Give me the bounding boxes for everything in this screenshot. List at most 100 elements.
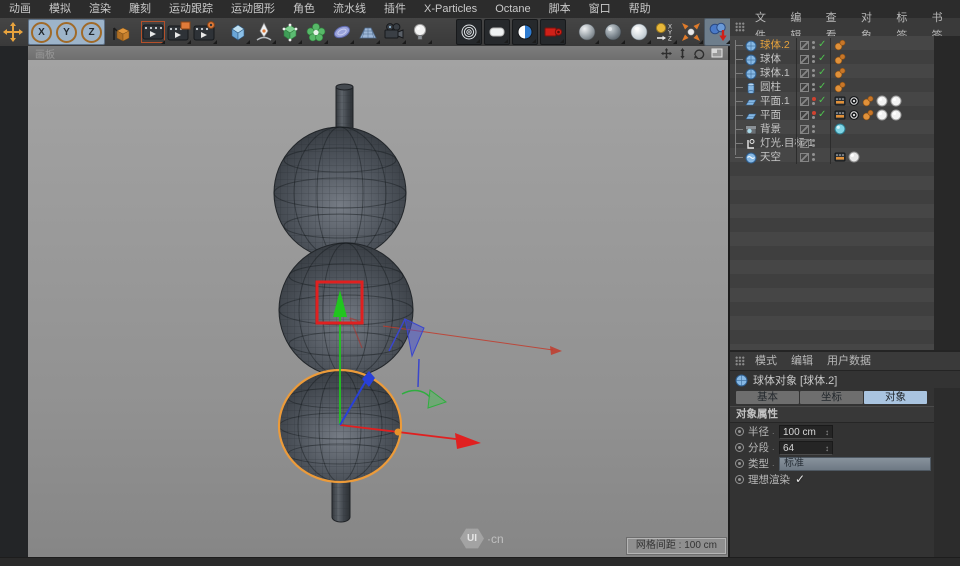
editor-visibility-dot-red[interactable] xyxy=(812,97,816,101)
menu-item[interactable]: 流水线 xyxy=(324,0,375,18)
enable-check-icon[interactable]: ✓ xyxy=(818,108,826,122)
object-name[interactable]: 圆柱 xyxy=(760,80,781,94)
layer-toggle-icon[interactable] xyxy=(800,111,809,120)
background-object-icon[interactable] xyxy=(484,19,510,45)
object-name[interactable]: 平面.1 xyxy=(760,94,790,108)
render-visibility-dot[interactable] xyxy=(812,74,815,77)
object-name[interactable]: 背景 xyxy=(760,122,781,136)
editor-visibility-dot[interactable] xyxy=(812,55,815,58)
material-sphere-glass-icon[interactable] xyxy=(626,19,652,45)
material-sphere-icon[interactable] xyxy=(574,19,600,45)
render-visibility-dot[interactable] xyxy=(812,116,815,119)
layer-toggle-icon[interactable] xyxy=(800,41,809,50)
coordinate-system-icon[interactable] xyxy=(107,19,133,45)
enable-check-icon[interactable]: ✓ xyxy=(818,66,826,80)
zoom-icon[interactable] xyxy=(678,48,687,59)
editor-visibility-dot[interactable] xyxy=(812,139,815,142)
phong-tag-icon[interactable] xyxy=(862,95,874,107)
tab-object[interactable]: 对象 xyxy=(864,391,927,404)
snap-icon[interactable] xyxy=(678,19,704,45)
menu-item[interactable]: X-Particles xyxy=(415,0,486,18)
menu-item[interactable]: 角色 xyxy=(284,0,324,18)
foreground-object-icon[interactable] xyxy=(512,19,538,45)
object-name[interactable]: 球体.2 xyxy=(760,38,790,52)
keyframe-circle-icon[interactable] xyxy=(735,443,744,452)
object-row[interactable]: 平面.1 ✓ xyxy=(730,94,934,108)
editor-visibility-dot-red[interactable] xyxy=(812,111,816,115)
render-picture-viewer-icon[interactable] xyxy=(166,19,192,45)
type-dropdown[interactable]: 标准 xyxy=(779,457,931,471)
object-row[interactable]: 球体 ✓ xyxy=(730,52,934,66)
target-tag-icon[interactable] xyxy=(848,95,860,107)
layer-toggle-icon[interactable] xyxy=(800,97,809,106)
object-name[interactable]: 球体 xyxy=(760,52,781,66)
menu-item[interactable]: 帮助 xyxy=(620,0,660,18)
viewport-panel-menu[interactable]: 画板 xyxy=(28,46,55,61)
layer-toggle-icon[interactable] xyxy=(800,69,809,78)
object-name[interactable]: 天空 xyxy=(760,150,781,164)
material-tag-cyan-icon[interactable] xyxy=(834,123,846,135)
ideal-render-checkbox[interactable]: ✓ xyxy=(795,472,805,486)
layer-toggle-icon[interactable] xyxy=(800,139,809,148)
texture-tag-icon[interactable] xyxy=(890,95,902,107)
compositing-tag-icon[interactable] xyxy=(834,109,846,121)
spinner-icon[interactable]: ↕ xyxy=(825,444,829,453)
interactive-render-region-icon[interactable] xyxy=(456,19,482,45)
editor-visibility-dot[interactable] xyxy=(812,83,815,86)
editor-visibility-dot[interactable] xyxy=(812,125,815,128)
radius-input[interactable]: 100 cm ↕ xyxy=(779,425,833,439)
light-icon[interactable] xyxy=(407,19,433,45)
render-view-icon[interactable] xyxy=(140,19,166,45)
tab-coordinates[interactable]: 坐标 xyxy=(800,391,863,404)
stage-camera-icon[interactable] xyxy=(540,19,566,45)
object-row[interactable]: 平面 ✓ xyxy=(730,108,934,122)
selected-tool-icon[interactable] xyxy=(704,18,732,46)
subdivision-surface-icon[interactable] xyxy=(277,19,303,45)
move-axes-icon[interactable] xyxy=(0,19,26,45)
spinner-icon[interactable]: ↕ xyxy=(825,428,829,437)
material-sphere-dark-icon[interactable] xyxy=(600,19,626,45)
spline-bean-icon[interactable] xyxy=(329,19,355,45)
material-tag-white-icon[interactable] xyxy=(848,151,860,163)
panel-grip-icon[interactable] xyxy=(735,22,745,32)
menu-item[interactable]: 插件 xyxy=(375,0,415,18)
texture-tag-icon[interactable] xyxy=(876,109,888,121)
render-settings-icon[interactable] xyxy=(192,19,218,45)
render-visibility-dot[interactable] xyxy=(812,60,815,63)
menu-item[interactable]: 雕刻 xyxy=(120,0,160,18)
layer-toggle-icon[interactable] xyxy=(800,55,809,64)
phong-tag-icon[interactable] xyxy=(834,67,846,79)
editor-visibility-dot[interactable] xyxy=(812,153,815,156)
camera-icon[interactable] xyxy=(381,19,407,45)
render-visibility-dot[interactable] xyxy=(812,144,815,147)
panel-grip-icon[interactable] xyxy=(735,356,745,366)
render-visibility-dot[interactable] xyxy=(812,158,815,161)
phong-tag-icon[interactable] xyxy=(862,109,874,121)
keyframe-circle-icon[interactable] xyxy=(735,427,744,436)
lock-z-button[interactable]: Z xyxy=(79,20,104,44)
menu-item[interactable]: 动画 xyxy=(0,0,40,18)
object-row[interactable]: 球体.1 ✓ xyxy=(730,66,934,80)
enable-check-icon[interactable]: ✓ xyxy=(818,38,826,52)
segments-input[interactable]: 64 ↕ xyxy=(779,441,833,455)
menu-item[interactable]: 窗口 xyxy=(580,0,620,18)
object-row[interactable]: 背景 xyxy=(730,122,934,136)
editor-visibility-dot[interactable] xyxy=(812,69,815,72)
render-visibility-dot[interactable] xyxy=(812,130,815,133)
phong-tag-icon[interactable] xyxy=(834,39,846,51)
enable-check-icon[interactable]: ✓ xyxy=(818,80,826,94)
object-name[interactable]: 球体.1 xyxy=(760,66,790,80)
object-row[interactable]: 圆柱 ✓ xyxy=(730,80,934,94)
menu-item[interactable]: Octane xyxy=(486,0,539,18)
attr-menu-item[interactable]: 用户数据 xyxy=(820,352,878,370)
cube-primitive-icon[interactable] xyxy=(225,19,251,45)
object-row[interactable]: 球体.2 ✓ xyxy=(730,38,934,52)
menu-item[interactable]: 模拟 xyxy=(40,0,80,18)
keyframe-circle-icon[interactable] xyxy=(735,459,744,468)
keyframe-circle-icon[interactable] xyxy=(735,475,744,484)
menu-item[interactable]: 运动图形 xyxy=(222,0,284,18)
menu-item[interactable]: 渲染 xyxy=(80,0,120,18)
layer-toggle-icon[interactable] xyxy=(800,83,809,92)
deformer-icon[interactable] xyxy=(303,19,329,45)
phong-tag-icon[interactable] xyxy=(834,81,846,93)
